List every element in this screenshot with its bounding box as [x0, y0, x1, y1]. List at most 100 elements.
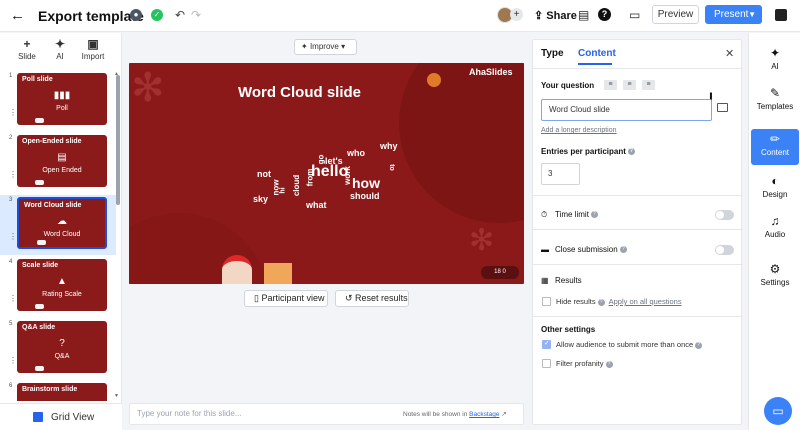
add-slide-label: Slide: [18, 52, 36, 61]
align-right-icon[interactable]: ≡: [642, 80, 655, 90]
backstage-link[interactable]: Backstage: [469, 411, 499, 418]
tab-content[interactable]: Content: [578, 48, 616, 59]
results-chart-icon[interactable]: [775, 9, 787, 21]
sidebar-item-audio[interactable]: ♫ Audio: [751, 211, 799, 247]
present-dropdown-icon[interactable]: ▼: [748, 5, 756, 24]
slide-heading[interactable]: Word Cloud slide: [129, 84, 470, 101]
notes-field[interactable]: Type your note for this slide... Notes w…: [129, 403, 524, 425]
gift-illustration: [264, 263, 292, 284]
slide-thumbnail[interactable]: 5 ⋮ Q&A slide ? Q&A: [0, 319, 116, 379]
slide-preview[interactable]: Scale slide ▲ Rating Scale: [17, 259, 107, 311]
undo-icon[interactable]: ↶: [175, 8, 185, 22]
slide-drag-handle-icon[interactable]: ⋮: [9, 232, 17, 241]
word-cloud-word: what: [306, 200, 327, 210]
sidebar-item-settings[interactable]: ⚙ Settings: [751, 259, 799, 295]
help-icon[interactable]: ?: [695, 341, 703, 349]
entries-input[interactable]: 3: [541, 163, 580, 185]
close-icon[interactable]: ✕: [725, 47, 734, 60]
slide-thumbnail[interactable]: 2 ⋮ Open-Ended slide ▤ Open Ended: [0, 133, 116, 193]
help-icon[interactable]: ?: [627, 148, 635, 156]
word-cloud-word: how: [352, 175, 380, 191]
slide-preview[interactable]: Brainstorm slide: [17, 383, 107, 401]
filter-profanity-label: Filter profanity?: [556, 359, 613, 368]
apply-all-link[interactable]: Apply on all questions: [609, 297, 682, 306]
word-cloud-word: not: [257, 169, 271, 179]
santa-illustration: [222, 255, 252, 284]
add-description-link[interactable]: Add a longer description: [541, 127, 617, 134]
chat-support-button[interactable]: ▭: [764, 397, 792, 425]
improve-button[interactable]: ✦ Improve ▾: [294, 39, 357, 55]
redo-icon[interactable]: ↷: [191, 8, 201, 22]
filter-profanity-checkbox[interactable]: [542, 359, 551, 368]
slide-number: 4: [9, 259, 13, 265]
hide-results-checkbox[interactable]: [542, 297, 551, 306]
chat-icon: ▭: [772, 404, 784, 418]
time-limit-toggle[interactable]: [715, 210, 734, 220]
slide-preview[interactable]: Word Cloud slide ☁ Word Cloud: [17, 197, 107, 249]
image-icon[interactable]: [717, 103, 728, 112]
sidebar-item-ai[interactable]: ✦ AI: [751, 43, 799, 79]
slide-type: Q&A: [54, 353, 70, 360]
close-submission-icon: ▬: [541, 245, 549, 254]
santa-decoration: [35, 118, 44, 123]
slide-title: Word Cloud slide: [24, 202, 82, 209]
import-button[interactable]: ▣ Import: [78, 38, 108, 61]
reset-results-button[interactable]: ↺ Reset results: [335, 290, 409, 307]
sidebar-label: AI: [771, 62, 779, 71]
slide-preview[interactable]: Q&A slide ? Q&A: [17, 321, 107, 373]
back-arrow-icon[interactable]: ←: [10, 7, 25, 24]
sidebar-item-content[interactable]: ✏ Content: [751, 129, 799, 165]
slide-list-scrollbar[interactable]: [116, 75, 120, 205]
participant-view-button[interactable]: ▯ Participant view: [244, 290, 328, 307]
present-button[interactable]: Present ▼: [705, 5, 762, 24]
document-icon[interactable]: ▤: [578, 8, 589, 22]
presenter-notes-icon[interactable]: ▭: [629, 8, 640, 22]
globe-icon[interactable]: ●: [130, 9, 142, 21]
help-icon[interactable]: ?: [590, 211, 598, 219]
help-icon[interactable]: ?: [598, 8, 611, 21]
tab-type[interactable]: Type: [541, 48, 564, 59]
slide-preview[interactable]: Poll slide ▮▮▮ Poll: [17, 73, 107, 125]
slides-panel: + Slide ✦ AI ▣ Import 1 ⋮ Poll slide ▮▮▮…: [0, 33, 122, 430]
slide-thumbnail[interactable]: 1 ⋮ Poll slide ▮▮▮ Poll: [0, 71, 116, 131]
preview-button[interactable]: Preview: [652, 5, 699, 24]
add-collaborator-button[interactable]: +: [510, 8, 523, 21]
ai-button[interactable]: ✦ AI: [45, 38, 75, 61]
slide-preview[interactable]: Open-Ended slide ▤ Open Ended: [17, 135, 107, 187]
slide-drag-handle-icon[interactable]: ⋮: [9, 356, 17, 365]
sidebar-item-design[interactable]: ◐ Design: [751, 171, 799, 207]
slide-drag-handle-icon[interactable]: ⋮: [9, 170, 17, 179]
slide-drag-handle-icon[interactable]: ⋮: [9, 294, 17, 303]
presentation-title[interactable]: Export template: [38, 8, 144, 24]
add-slide-button[interactable]: + Slide: [12, 38, 42, 61]
slide-thumbnail[interactable]: 4 ⋮ Scale slide ▲ Rating Scale: [0, 257, 116, 317]
allow-more-checkbox[interactable]: [542, 339, 551, 349]
timer-icon: ⏱: [541, 210, 548, 219]
notes-input[interactable]: Type your note for this slide...: [137, 409, 242, 418]
close-submission-toggle[interactable]: [715, 245, 734, 255]
slide-number: 3: [9, 197, 13, 203]
slide-thumbnail-active[interactable]: 3 ⋮ Word Cloud slide ☁ Word Cloud: [0, 195, 116, 255]
import-label: Import: [81, 52, 105, 61]
align-left-icon[interactable]: ≡: [604, 80, 617, 90]
question-input[interactable]: Word Cloud slide: [541, 99, 712, 121]
help-icon[interactable]: ?: [597, 298, 605, 306]
slide-canvas[interactable]: ✻ ✻ AhaSlides Word Cloud slide hello how…: [129, 63, 524, 284]
entries-label: Entries per participant?: [541, 147, 635, 156]
magic-wand-icon: ✎: [769, 86, 781, 100]
align-center-icon[interactable]: ≡: [623, 80, 636, 90]
slide-drag-handle-icon[interactable]: ⋮: [9, 108, 17, 117]
word-cloud-word: who: [347, 148, 365, 158]
help-icon[interactable]: ?: [605, 360, 613, 368]
santa-decoration: [35, 366, 44, 371]
right-sidebar: ✦ AI ✎ Templates ✏ Content ◐ Design ♫ Au…: [748, 33, 800, 430]
poll-icon: ▮▮▮: [53, 90, 71, 101]
present-label: Present: [714, 9, 749, 20]
grid-view-button[interactable]: Grid View: [0, 403, 122, 430]
scroll-down-icon[interactable]: ▼: [114, 393, 119, 399]
sidebar-item-templates[interactable]: ✎ Templates: [751, 83, 799, 119]
share-button[interactable]: ⇪ Share: [534, 9, 577, 22]
slide-thumbnail[interactable]: 6 Brainstorm slide: [0, 381, 116, 401]
help-icon[interactable]: ?: [619, 246, 627, 254]
share-label: Share: [546, 10, 577, 22]
